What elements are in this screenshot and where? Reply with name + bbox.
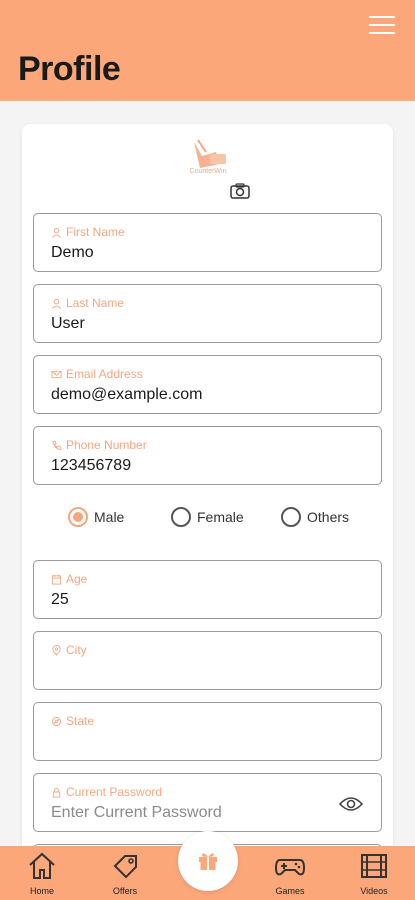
home-icon: [29, 852, 55, 879]
app-logo: CounterWin: [180, 138, 236, 180]
page-title: Profile: [18, 50, 121, 88]
state-input[interactable]: [51, 733, 331, 751]
city-input[interactable]: [51, 662, 331, 680]
user-icon: [52, 298, 61, 309]
radio-others-label: Others: [307, 509, 350, 525]
gender-radio-group: Male Female Others: [68, 507, 368, 529]
gift-button[interactable]: [178, 831, 238, 891]
calendar-icon: [51, 574, 62, 585]
first-name-label: First Name: [66, 225, 125, 239]
first-name-label-row: First Name: [51, 225, 125, 239]
email-label: Email Address: [66, 367, 143, 381]
compass-icon: [51, 716, 62, 726]
city-label: City: [66, 643, 87, 657]
first-name-field[interactable]: First Name: [33, 213, 382, 272]
state-field[interactable]: State: [33, 702, 382, 761]
state-label-row: State: [51, 714, 94, 728]
radio-female-circle[interactable]: [171, 507, 191, 527]
nav-games-label: Games: [275, 886, 305, 896]
hamburger-menu-icon[interactable]: [369, 16, 395, 34]
phone-icon: [52, 440, 62, 450]
city-field[interactable]: City: [33, 631, 382, 690]
gift-icon: [199, 853, 217, 870]
current-password-label: Current Password: [66, 785, 163, 799]
phone-input[interactable]: [51, 457, 331, 475]
phone-label: Phone Number: [66, 438, 147, 452]
age-label-row: Age: [51, 572, 87, 586]
nav-videos-label: Videos: [360, 886, 388, 896]
nav-videos[interactable]: Videos: [349, 850, 399, 896]
nav-offers[interactable]: Offers: [100, 850, 150, 896]
age-field[interactable]: Age: [33, 560, 382, 619]
logo-wings-icon: [194, 139, 226, 168]
email-label-row: Email Address: [51, 367, 143, 381]
nav-home[interactable]: Home: [17, 850, 67, 896]
app-header: Profile: [0, 0, 415, 101]
last-name-label-row: Last Name: [51, 296, 124, 310]
lock-icon: [52, 787, 61, 798]
email-field[interactable]: Email Address: [33, 355, 382, 414]
email-input[interactable]: [51, 386, 331, 404]
last-name-field[interactable]: Last Name: [33, 284, 382, 343]
first-name-input[interactable]: [51, 244, 331, 262]
phone-label-row: Phone Number: [51, 438, 147, 452]
phone-field[interactable]: Phone Number: [33, 426, 382, 485]
nav-games[interactable]: Games: [265, 850, 315, 896]
radio-male-circle[interactable]: [68, 507, 88, 527]
last-name-label: Last Name: [66, 296, 125, 310]
tag-icon: [113, 855, 137, 879]
radio-others[interactable]: Others: [281, 507, 349, 527]
current-password-input[interactable]: [51, 804, 331, 822]
film-icon: [361, 854, 387, 878]
radio-male[interactable]: Male: [68, 507, 124, 527]
logo-text: CounterWin: [189, 168, 227, 175]
user-icon: [52, 227, 61, 238]
city-label-row: City: [51, 643, 87, 657]
age-label: Age: [66, 572, 88, 586]
nav-home-label: Home: [29, 886, 54, 896]
current-password-field[interactable]: Current Password: [33, 773, 382, 832]
age-input[interactable]: [51, 591, 331, 609]
camera-icon[interactable]: [230, 183, 250, 199]
radio-female-label: Female: [197, 509, 244, 525]
eye-icon[interactable]: [338, 796, 364, 812]
mail-icon: [51, 370, 62, 378]
radio-female[interactable]: Female: [171, 507, 244, 527]
state-label: State: [66, 714, 95, 728]
current-password-label-row: Current Password: [51, 785, 162, 799]
location-pin-icon: [52, 644, 61, 656]
radio-others-circle[interactable]: [281, 507, 301, 527]
last-name-input[interactable]: [51, 315, 331, 333]
gamepad-icon: [274, 859, 306, 876]
nav-offers-label: Offers: [112, 886, 138, 896]
radio-male-label: Male: [94, 509, 125, 525]
